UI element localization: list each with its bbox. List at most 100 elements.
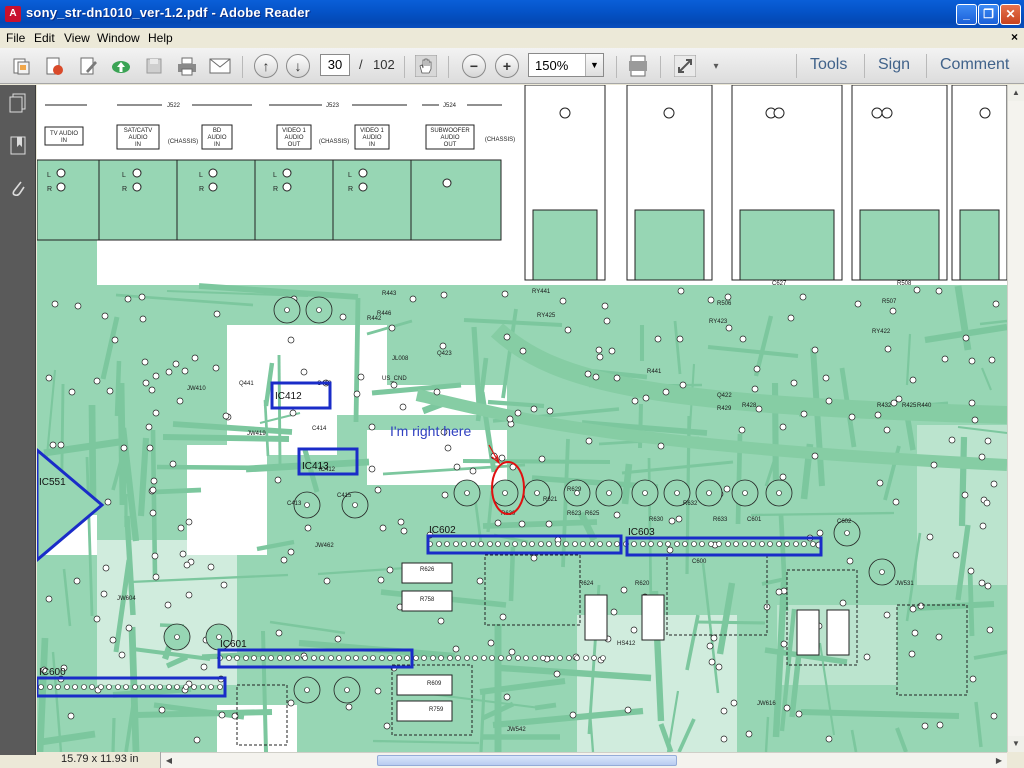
menu-view[interactable]: View <box>64 31 90 45</box>
print-icon[interactable] <box>175 54 199 78</box>
component-label: C414 <box>312 426 327 432</box>
sign-pane-button[interactable]: Sign <box>878 56 910 74</box>
menu-help[interactable]: Help <box>148 31 173 45</box>
page-number-input[interactable]: 30 <box>320 54 350 76</box>
component-label: R624 <box>579 581 594 587</box>
ic-pin <box>725 541 731 547</box>
component-label: RY425 <box>537 313 556 319</box>
page-thumbnails-icon[interactable] <box>8 93 28 115</box>
solder-pad <box>811 452 819 460</box>
document-view[interactable]: RY441 RY425 RY423 RY422 C412 C414 C413 C415 IC41… <box>37 85 1007 752</box>
terminal-screw <box>979 107 991 119</box>
ic-pin <box>370 655 376 661</box>
component-label: RY441 <box>532 289 551 295</box>
scroll-up-icon[interactable]: ▲ <box>1008 85 1024 101</box>
ic-pin <box>430 655 436 661</box>
minimize-button[interactable]: _ <box>956 4 977 25</box>
toolbar-options-chevron-icon[interactable]: ▾ <box>704 54 728 78</box>
navigation-pane <box>0 85 36 755</box>
document-close-icon[interactable]: × <box>1011 30 1018 44</box>
scroll-down-icon[interactable]: ▼ <box>1008 736 1024 752</box>
jack-label-line: BD <box>213 128 222 134</box>
email-icon[interactable] <box>208 54 232 78</box>
scroll-right-icon[interactable]: ▶ <box>991 753 1007 768</box>
ic-pin <box>353 655 359 661</box>
zoom-out-button[interactable]: − <box>462 54 486 78</box>
solder-pad <box>111 336 119 344</box>
ic-pin <box>243 655 249 661</box>
chassis-label: (CHASSIS) <box>485 137 515 143</box>
menu-file[interactable]: File <box>6 31 25 45</box>
solder-pad <box>775 588 783 596</box>
solder-pad <box>941 355 949 363</box>
scroll-left-icon[interactable]: ◀ <box>161 753 177 768</box>
solder-pad <box>538 455 546 463</box>
solder-pad <box>67 712 75 720</box>
jack-group-label: J522 <box>167 103 181 109</box>
previous-page-button[interactable]: ↑ <box>254 54 278 78</box>
ic-pin <box>506 655 512 661</box>
save-icon[interactable] <box>142 54 166 78</box>
edit-document-icon[interactable] <box>76 54 100 78</box>
hand-tool-icon[interactable] <box>414 54 438 78</box>
solder-pad <box>193 736 201 744</box>
create-pdf-icon[interactable] <box>42 54 66 78</box>
attachments-icon[interactable] <box>8 177 28 199</box>
jack-group-label: J523 <box>326 103 340 109</box>
comment-pane-button[interactable]: Comment <box>940 56 1009 74</box>
component-label: R621 <box>543 497 558 503</box>
solder-pad <box>289 409 297 417</box>
solder-pad <box>675 515 683 523</box>
jack-channel-label: L <box>348 172 352 179</box>
cloud-upload-icon[interactable] <box>109 54 133 78</box>
rca-jack <box>358 182 368 192</box>
fit-page-icon[interactable] <box>626 54 650 78</box>
component-label: R626 <box>420 567 435 573</box>
open-file-icon[interactable] <box>9 54 33 78</box>
component-label: R440 <box>917 403 932 409</box>
solder-pad <box>220 581 228 589</box>
capacitor-lead <box>502 490 508 496</box>
ic-pin <box>47 684 53 690</box>
menu-edit[interactable]: Edit <box>34 31 55 45</box>
solder-pad <box>874 411 882 419</box>
bookmarks-icon[interactable] <box>8 135 28 157</box>
horizontal-scrollbar[interactable]: ◀ ▶ <box>37 752 1007 768</box>
solder-pad <box>724 293 732 301</box>
zoom-in-button[interactable]: + <box>495 54 519 78</box>
menu-window[interactable]: Window <box>97 31 140 45</box>
solder-pad <box>440 291 448 299</box>
ic-pin <box>563 541 569 547</box>
solder-pad <box>603 317 611 325</box>
chevron-down-icon[interactable]: ▼ <box>585 54 603 76</box>
toolbar-separator <box>404 56 405 78</box>
ic-pin <box>495 541 501 547</box>
toolbar-separator <box>660 56 661 78</box>
solder-pad <box>93 377 101 385</box>
rca-jack <box>442 178 452 188</box>
ic-pin <box>89 684 95 690</box>
solder-pad <box>624 706 632 714</box>
vertical-scrollbar[interactable]: ▲ ▼ <box>1007 85 1024 752</box>
tools-pane-button[interactable]: Tools <box>810 56 847 74</box>
ic-pin <box>487 541 493 547</box>
close-button[interactable]: ✕ <box>1000 4 1021 25</box>
component-label: R506 <box>717 301 732 307</box>
capacitor-lead <box>284 307 290 313</box>
jack-label-line: IN <box>214 142 220 148</box>
maximize-button[interactable]: ❐ <box>978 4 999 25</box>
ic-pin <box>157 684 163 690</box>
solder-pad <box>453 463 461 471</box>
ic-label: IC603 <box>628 527 655 538</box>
full-screen-icon[interactable] <box>673 54 697 78</box>
zoom-select[interactable]: 150% ▼ <box>528 53 604 77</box>
ic-pin <box>183 684 189 690</box>
solder-pad <box>677 287 685 295</box>
solder-pad <box>790 379 798 387</box>
next-page-button[interactable]: ↓ <box>286 54 310 78</box>
title-bar: A sony_str-dn1010_ver-1.2.pdf - Adobe Re… <box>0 0 1024 28</box>
horizontal-scroll-thumb[interactable] <box>377 755 677 766</box>
solder-pad <box>45 595 53 603</box>
jack-channel-label: L <box>122 172 126 179</box>
solder-pad <box>662 388 670 396</box>
